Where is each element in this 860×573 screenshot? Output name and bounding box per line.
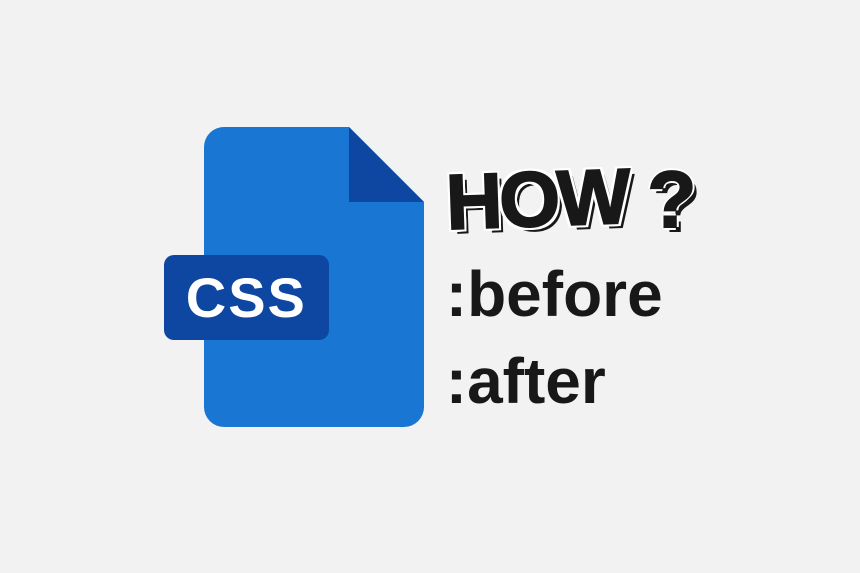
css-badge: CSS <box>164 255 329 340</box>
file-corner-fold <box>349 127 424 202</box>
heading-line: HOW ? <box>446 154 697 246</box>
css-file-icon: CSS <box>164 127 424 447</box>
how-word: HOW <box>444 151 629 248</box>
after-pseudo: :after <box>446 343 697 420</box>
question-mark: ? <box>647 154 696 246</box>
text-block: HOW ? :before :after <box>446 154 697 420</box>
main-graphic: CSS HOW ? :before :after <box>164 127 697 447</box>
before-pseudo: :before <box>446 256 697 333</box>
